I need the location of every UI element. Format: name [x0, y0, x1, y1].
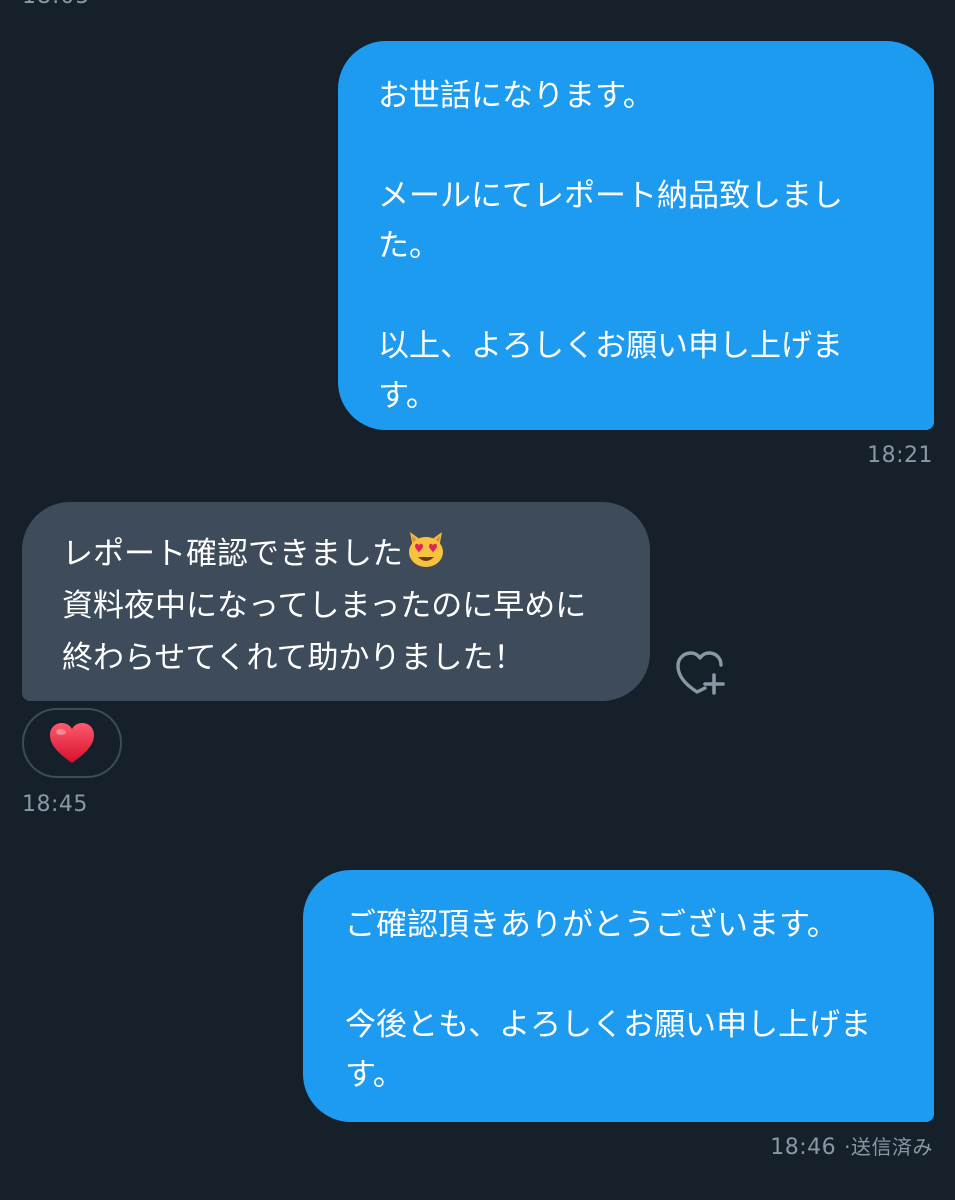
sent-message-bubble[interactable]: ご確認頂きありがとうございます。 今後とも、よろしくお願い申し上げます。 — [303, 870, 934, 1122]
heart-eyes-cat-icon — [405, 528, 447, 570]
message-timestamp: 18:45 — [22, 792, 88, 817]
add-reaction-button[interactable] — [675, 650, 727, 696]
message-text: お世話になります。 メールにてレポート納品致しました。 以上、よろしくお願い申し… — [378, 78, 843, 414]
message-timestamp: 18:21 — [867, 443, 933, 468]
message-text-continued: 資料夜中になってしまったのに早めに終わらせてくれて助かりました！ — [62, 588, 587, 676]
heart-plus-icon — [676, 651, 725, 695]
message-text: ご確認頂きありがとうございます。 今後とも、よろしくお願い申し上げます。 — [345, 907, 872, 1093]
previous-timestamp: 18:05 — [22, 0, 90, 9]
message-meta: 18:46 ·送信済み — [770, 1131, 933, 1160]
sent-status: ·送信済み — [844, 1135, 933, 1159]
received-message-bubble[interactable]: レポート確認できました 資料夜中になってしまったのに早めに終わらせてくれて助かり… — [22, 502, 650, 701]
sent-message-bubble[interactable]: お世話になります。 メールにてレポート納品致しました。 以上、よろしくお願い申し… — [338, 41, 934, 430]
message-text: レポート確認できました — [62, 536, 403, 572]
message-timestamp: 18:46 — [770, 1135, 837, 1160]
reaction-pill[interactable] — [22, 708, 122, 778]
red-heart-icon — [50, 723, 94, 763]
